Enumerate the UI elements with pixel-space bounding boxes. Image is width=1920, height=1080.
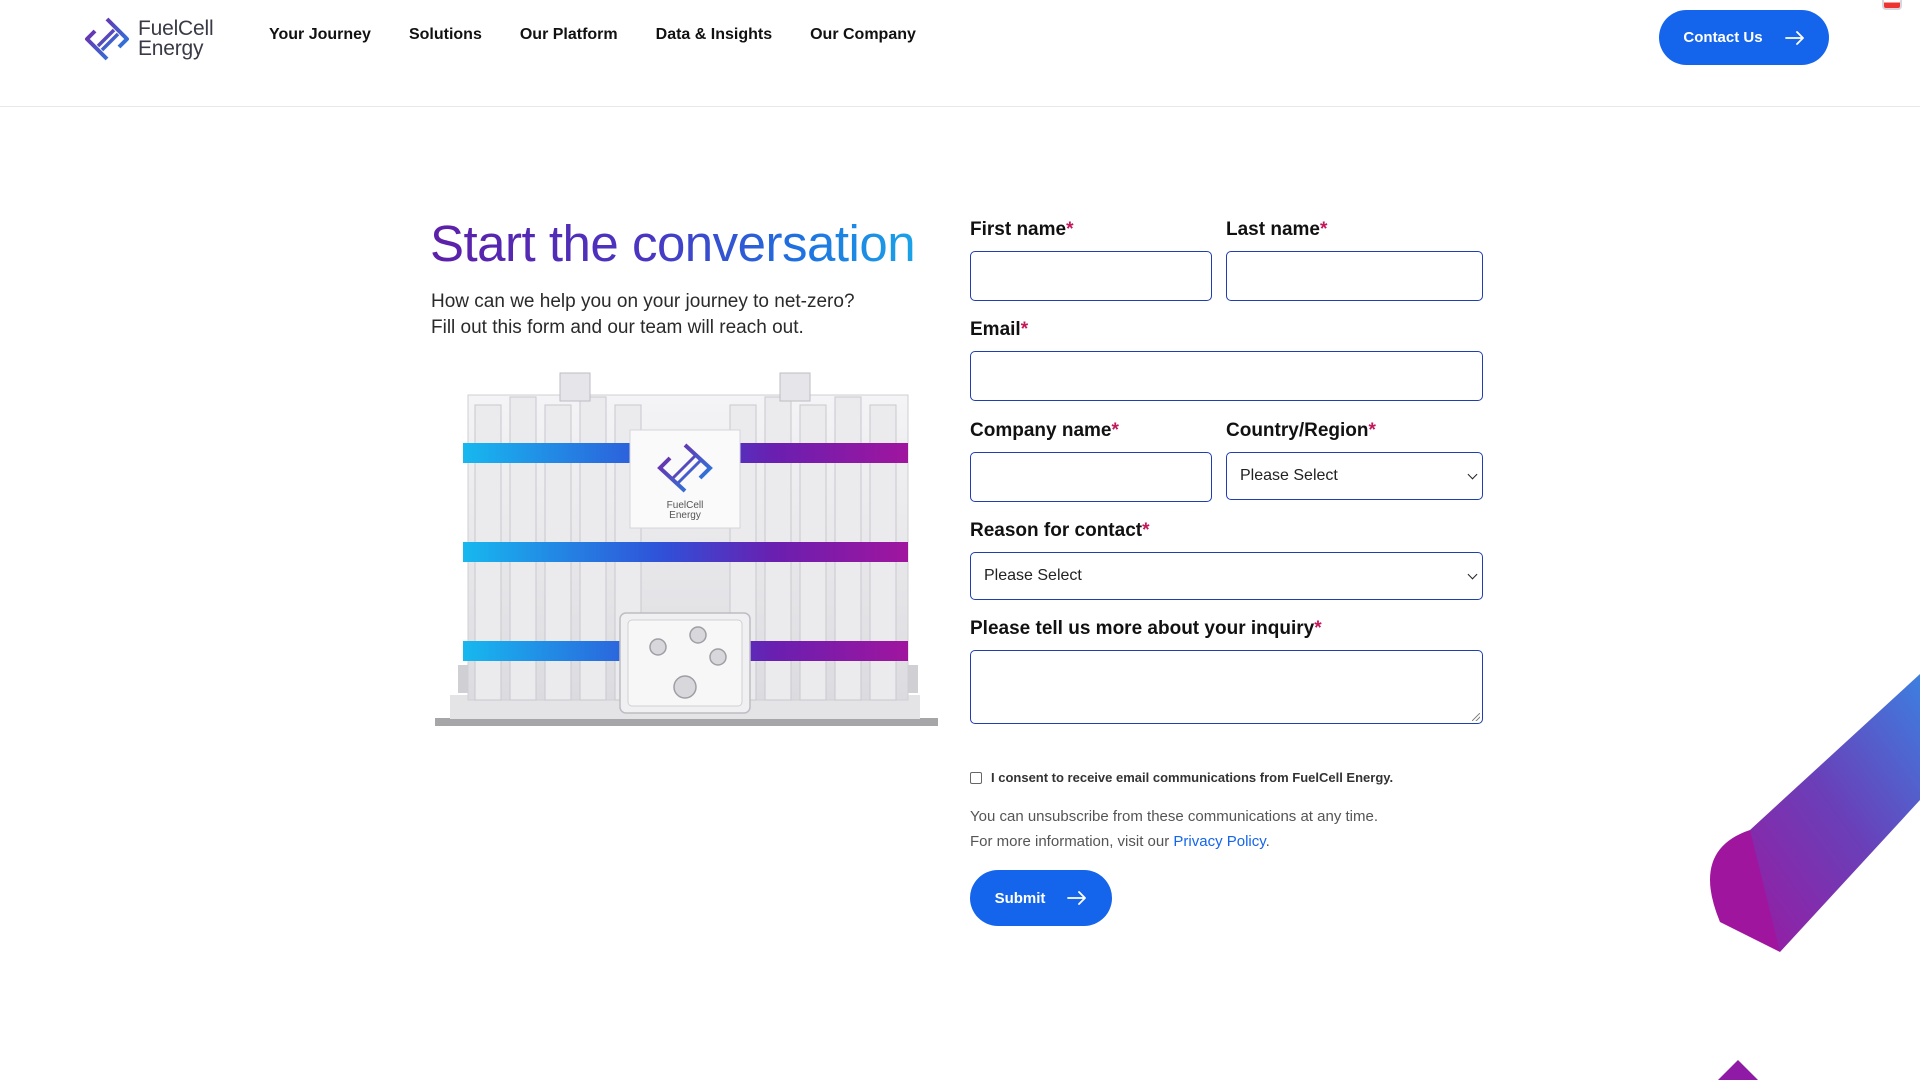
- first-name-field[interactable]: [970, 251, 1212, 301]
- decorative-diamond-shape: [1718, 1060, 1758, 1080]
- submit-button[interactable]: Submit: [970, 870, 1112, 926]
- email-label-text: Email: [970, 319, 1021, 340]
- email-label: Email*: [970, 319, 1028, 341]
- decorative-ribbon-shape: [1710, 674, 1920, 952]
- site-header: FuelCell Energy Your Journey Solutions O…: [0, 0, 1920, 107]
- required-mark: *: [1319, 219, 1328, 240]
- us-flag-icon[interactable]: [1882, 0, 1902, 10]
- arrow-right-icon: [1067, 891, 1087, 905]
- nav-our-platform[interactable]: Our Platform: [520, 26, 618, 44]
- note-line-2-suffix: .: [1265, 833, 1270, 850]
- nav-data-insights[interactable]: Data & Insights: [656, 26, 772, 44]
- company-name-label: Company name*: [970, 420, 1119, 442]
- unsubscribe-note: You can unsubscribe from these communica…: [970, 804, 1378, 854]
- subtitle-line-2: Fill out this form and our team will rea…: [431, 317, 804, 338]
- page-title: Start the conversation: [430, 215, 916, 272]
- note-line-2-prefix: For more information, visit our: [970, 833, 1174, 850]
- main-nav: Your Journey Solutions Our Platform Data…: [269, 26, 916, 44]
- brand-name-line2: Energy: [138, 37, 204, 60]
- required-mark: *: [1111, 420, 1119, 441]
- fuelcell-logo-icon: [85, 17, 129, 61]
- chevron-down-icon: [1467, 469, 1478, 479]
- required-mark: *: [1314, 618, 1322, 639]
- illustration-logo-line2: Energy: [669, 510, 701, 521]
- country-region-selected: Please Select: [1240, 467, 1338, 484]
- company-name-field[interactable]: [970, 452, 1212, 502]
- country-region-label: Country/Region*: [1226, 420, 1376, 442]
- brand-name-line1: FuelCell: [138, 17, 214, 40]
- consent-checkbox[interactable]: [970, 771, 982, 784]
- required-mark: *: [1142, 520, 1150, 541]
- inquiry-textarea[interactable]: [970, 650, 1483, 724]
- last-name-label: Last name*: [1226, 219, 1327, 241]
- fuel-cell-module-illustration: FuelCell Energy: [435, 372, 938, 726]
- resize-handle-icon[interactable]: [1472, 713, 1480, 721]
- note-line-2: For more information, visit our Privacy …: [970, 829, 1378, 854]
- email-field[interactable]: [970, 351, 1483, 401]
- page-subtitle: How can we help you on your journey to n…: [431, 289, 891, 341]
- last-name-field[interactable]: [1226, 251, 1483, 301]
- arrow-right-icon: [1784, 30, 1804, 45]
- reason-label: Reason for contact*: [970, 520, 1150, 542]
- required-mark: *: [1368, 420, 1376, 441]
- reason-label-text: Reason for contact: [970, 520, 1143, 541]
- first-name-label-text: First name: [970, 219, 1067, 240]
- contact-us-button[interactable]: Contact Us: [1659, 10, 1829, 65]
- brand-logo[interactable]: FuelCell Energy: [84, 16, 214, 62]
- last-name-label-text: Last name: [1226, 219, 1320, 240]
- country-region-select[interactable]: Please Select: [1226, 452, 1483, 500]
- contact-us-label: Contact Us: [1683, 29, 1763, 46]
- subtitle-line-1: How can we help you on your journey to n…: [431, 291, 855, 312]
- nav-your-journey[interactable]: Your Journey: [269, 26, 371, 44]
- brand-name: FuelCell Energy: [138, 17, 214, 60]
- nav-solutions[interactable]: Solutions: [409, 26, 482, 44]
- required-mark: *: [1020, 319, 1029, 340]
- privacy-policy-link[interactable]: Privacy Policy: [1173, 833, 1265, 850]
- inquiry-label: Please tell us more about your inquiry*: [970, 618, 1322, 640]
- inquiry-label-text: Please tell us more about your inquiry: [970, 618, 1315, 639]
- required-mark: *: [1066, 219, 1074, 240]
- chevron-down-icon: [1467, 569, 1478, 579]
- nav-our-company[interactable]: Our Company: [810, 26, 916, 44]
- submit-label: Submit: [994, 889, 1046, 907]
- reason-select[interactable]: Please Select: [970, 552, 1483, 600]
- reason-selected: Please Select: [984, 567, 1082, 584]
- consent-row: I consent to receive email communication…: [970, 770, 1393, 785]
- country-region-label-text: Country/Region: [1226, 420, 1369, 441]
- first-name-label: First name*: [970, 219, 1074, 241]
- company-name-label-text: Company name: [970, 420, 1112, 441]
- note-line-1: You can unsubscribe from these communica…: [970, 808, 1378, 825]
- consent-label[interactable]: I consent to receive email communication…: [991, 770, 1393, 785]
